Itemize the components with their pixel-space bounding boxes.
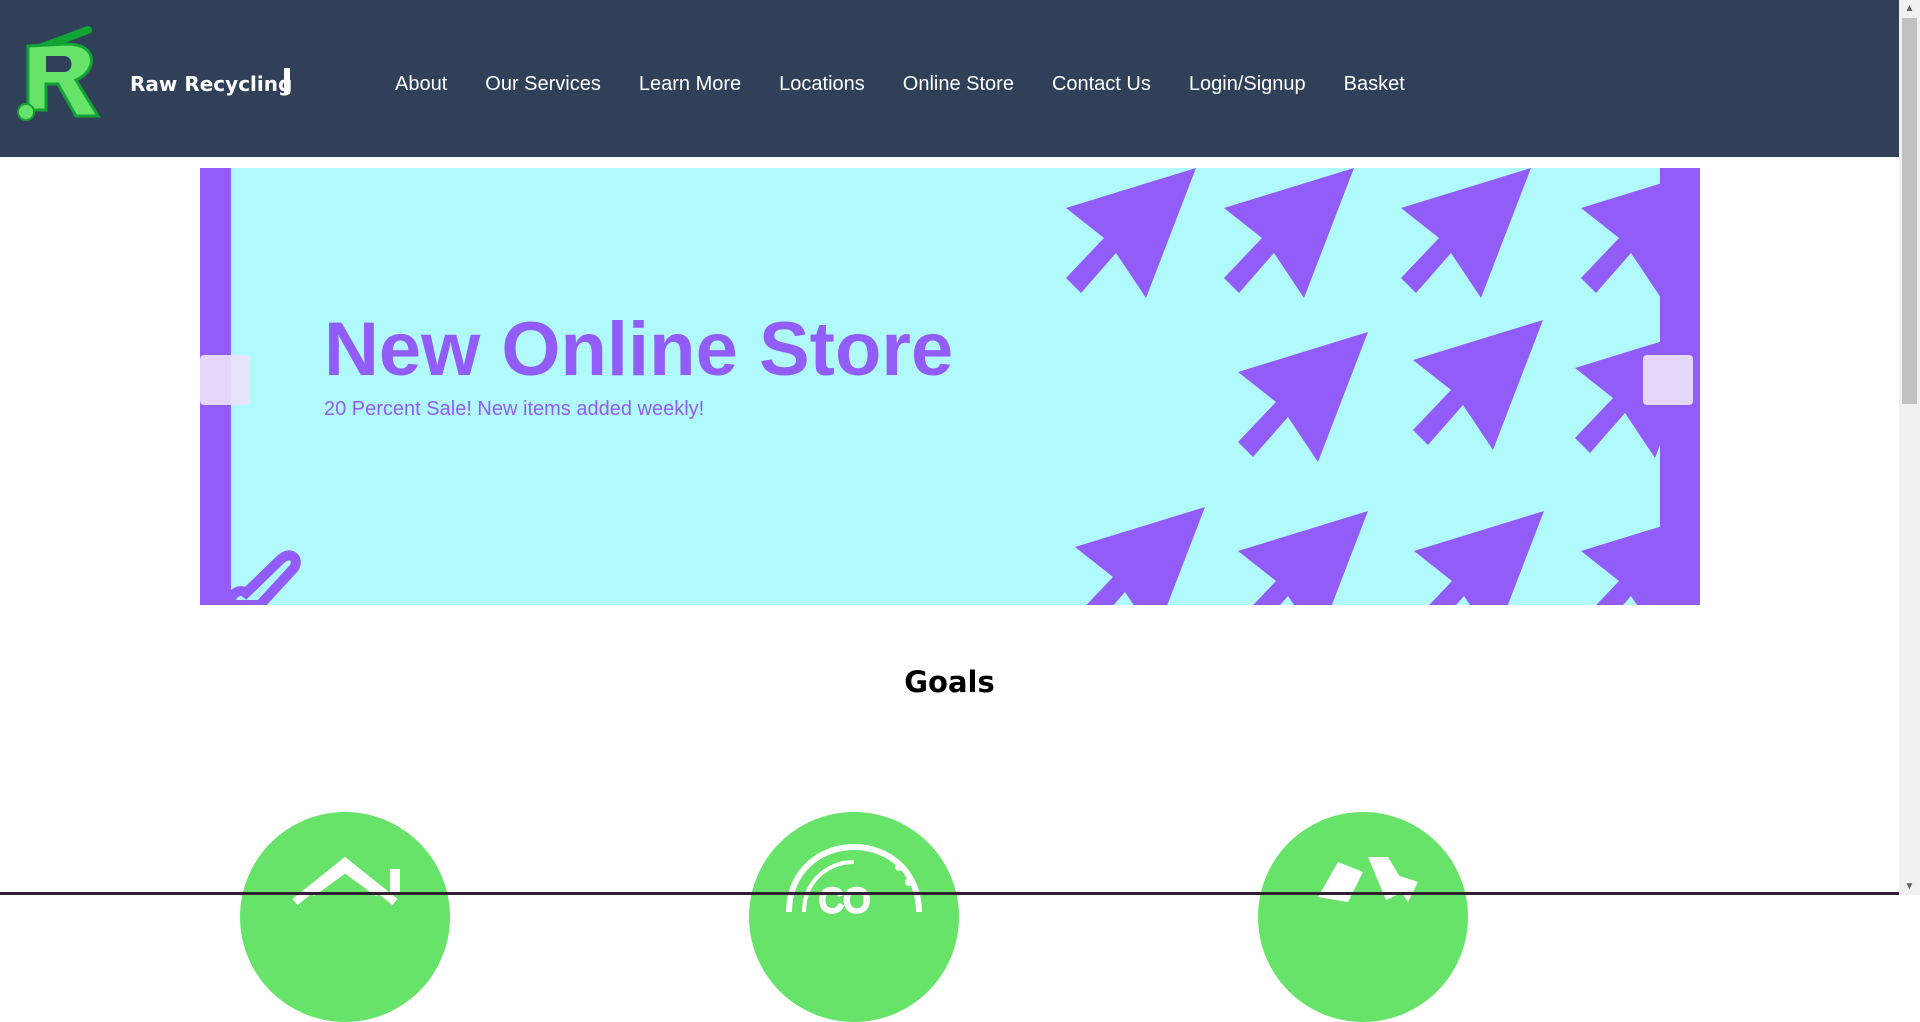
hero-slider: New Online Store 20 Percent Sale! New it… [200, 168, 1700, 605]
slide-subtitle: 20 Percent Sale! New items added weekly! [324, 398, 705, 420]
main-nav: About Our Services Learn More Locations … [395, 73, 1443, 96]
site-header: Raw Recycling About Our Services Learn M… [0, 0, 1899, 157]
nav-our-services[interactable]: Our Services [485, 73, 601, 96]
nav-online-store[interactable]: Online Store [903, 73, 1014, 96]
co2-icon: CO [786, 843, 922, 922]
scroll-up-arrow-icon[interactable]: ▲ [1899, 0, 1920, 17]
nav-login-signup[interactable]: Login/Signup [1189, 73, 1306, 96]
slider-prev-button[interactable] [200, 355, 250, 405]
goal-recycle-item [1258, 812, 1468, 1022]
home-icon [292, 856, 400, 906]
svg-text:CO: CO [819, 882, 870, 920]
recycle-icon [1318, 857, 1418, 902]
scroll-down-arrow-icon[interactable]: ▼ [1899, 878, 1920, 895]
nav-contact-us[interactable]: Contact Us [1052, 73, 1151, 96]
brand-divider [284, 68, 290, 94]
brand-name[interactable]: Raw Recycling [130, 72, 292, 96]
nav-learn-more[interactable]: Learn More [639, 73, 741, 96]
goal-co2-item: CO [749, 812, 959, 1022]
slide-title: New Online Store [324, 307, 954, 392]
scrollbar-thumb[interactable] [1902, 18, 1917, 404]
goals-heading: Goals [904, 665, 995, 699]
vertical-scrollbar[interactable]: ▲ ▼ [1899, 0, 1920, 895]
slider-next-button[interactable] [1643, 355, 1693, 405]
goal-home-item [240, 812, 450, 1022]
nav-locations[interactable]: Locations [779, 73, 865, 96]
nav-about[interactable]: About [395, 73, 447, 96]
nav-basket[interactable]: Basket [1344, 73, 1405, 96]
raw-recycling-logo[interactable] [10, 26, 102, 122]
